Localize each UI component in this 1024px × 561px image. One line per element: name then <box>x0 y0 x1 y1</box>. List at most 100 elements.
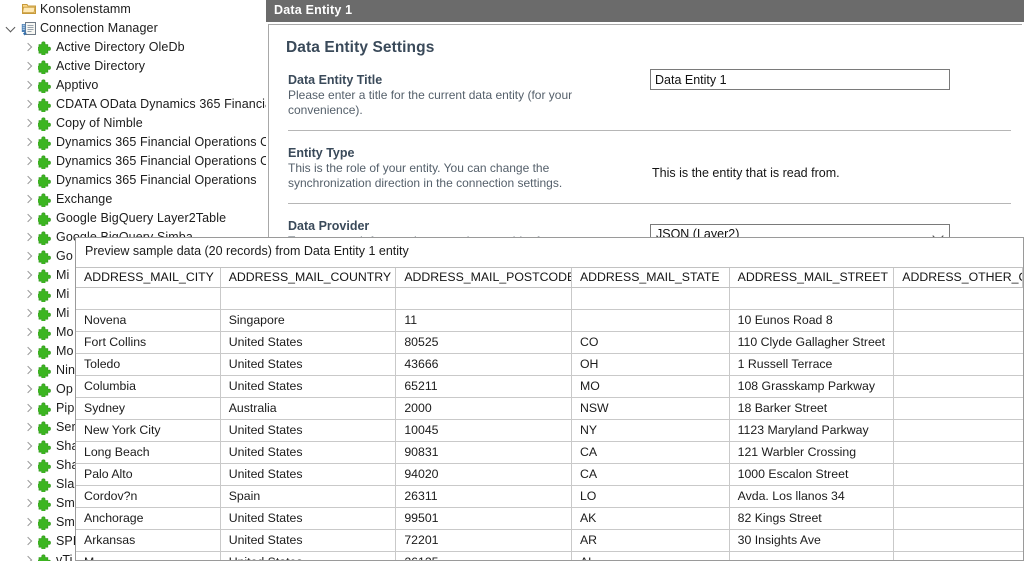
table-cell[interactable]: 26125 <box>396 552 572 560</box>
table-cell[interactable]: 94020 <box>396 464 572 485</box>
table-row[interactable]: MUnited States26125AL <box>76 552 1023 560</box>
chevron-right-icon[interactable] <box>20 323 36 342</box>
table-cell[interactable]: Arkansas <box>76 530 221 551</box>
table-cell[interactable]: 1123 Maryland Parkway <box>730 420 895 441</box>
chevron-right-icon[interactable] <box>20 475 36 494</box>
table-row[interactable]: New York City United States 10045 NY 1123 Ma… <box>76 420 1023 442</box>
table-cell[interactable]: New York City <box>76 420 221 441</box>
chevron-right-icon[interactable] <box>20 76 36 95</box>
table-cell[interactable]: United States <box>221 552 397 560</box>
sidebar-item-konsolenstamm[interactable]: Konsolenstamm <box>0 0 266 19</box>
sidebar-item-connection-manager[interactable]: Connection Manager <box>0 19 266 38</box>
table-cell[interactable] <box>572 310 730 331</box>
table-cell[interactable]: Toledo <box>76 354 221 375</box>
chevron-right-icon[interactable] <box>20 209 36 228</box>
table-cell[interactable]: United States <box>221 420 397 441</box>
table-cell[interactable]: United States <box>221 354 397 375</box>
chevron-right-icon[interactable] <box>20 228 36 247</box>
table-cell[interactable]: MO <box>572 376 730 397</box>
table-row[interactable]: Fort Collins United States 80525 CO 110 Clyd… <box>76 332 1023 354</box>
table-cell[interactable]: NY <box>572 420 730 441</box>
chevron-right-icon[interactable] <box>20 380 36 399</box>
sidebar-item-google-bigquery-layer2table[interactable]: Google BigQuery Layer2Table <box>0 209 266 228</box>
column-header[interactable]: ADDRESS_OTHER_CIT <box>894 268 1023 287</box>
chevron-right-icon[interactable] <box>20 513 36 532</box>
table-cell[interactable]: 43666 <box>396 354 572 375</box>
table-cell[interactable]: United States <box>221 376 397 397</box>
chevron-right-icon[interactable] <box>20 399 36 418</box>
chevron-right-icon[interactable] <box>20 342 36 361</box>
table-cell[interactable]: Columbia <box>76 376 221 397</box>
table-row[interactable] <box>76 288 1023 310</box>
table-cell[interactable]: 90831 <box>396 442 572 463</box>
table-cell[interactable]: AK <box>572 508 730 529</box>
chevron-down-icon[interactable] <box>4 19 20 38</box>
table-cell[interactable] <box>76 288 221 309</box>
table-cell[interactable]: Cordov?n <box>76 486 221 507</box>
sidebar-item-cdata-odata-dynamics-365-financial[interactable]: CDATA OData Dynamics 365 Financial <box>0 95 266 114</box>
chevron-right-icon[interactable] <box>20 551 36 561</box>
table-row[interactable]: Columbia United States 65211 MO 108 Grasskam… <box>76 376 1023 398</box>
table-row[interactable]: Palo Alto United States 94020 CA 1000 Escalo… <box>76 464 1023 486</box>
table-cell[interactable]: CA <box>572 442 730 463</box>
chevron-right-icon[interactable] <box>20 247 36 266</box>
chevron-right-icon[interactable] <box>20 114 36 133</box>
table-cell[interactable] <box>894 530 1023 551</box>
chevron-right-icon[interactable] <box>20 361 36 380</box>
chevron-right-icon[interactable] <box>20 38 36 57</box>
chevron-right-icon[interactable] <box>20 304 36 323</box>
table-cell[interactable]: United States <box>221 508 397 529</box>
table-cell[interactable]: AR <box>572 530 730 551</box>
table-cell[interactable] <box>730 552 895 560</box>
chevron-right-icon[interactable] <box>20 285 36 304</box>
table-row[interactable]: Toledo United States 43666 OH 1 Russell Terr… <box>76 354 1023 376</box>
column-header[interactable]: ADDRESS_MAIL_STATE <box>572 268 730 287</box>
table-cell[interactable]: LO <box>572 486 730 507</box>
table-cell[interactable] <box>894 354 1023 375</box>
table-cell[interactable]: 121 Warbler Crossing <box>730 442 895 463</box>
table-cell[interactable]: 82 Kings Street <box>730 508 895 529</box>
table-cell[interactable]: M <box>76 552 221 560</box>
sidebar-item-dynamics-365-financial-operations[interactable]: Dynamics 365 Financial Operations <box>0 171 266 190</box>
chevron-right-icon[interactable] <box>20 133 36 152</box>
table-cell[interactable]: Fort Collins <box>76 332 221 353</box>
table-cell[interactable]: 30 Insights Ave <box>730 530 895 551</box>
sidebar-item-active-directory[interactable]: Active Directory <box>0 57 266 76</box>
column-header[interactable]: ADDRESS_MAIL_COUNTRY <box>221 268 397 287</box>
sidebar-item-active-directory-oledb[interactable]: Active Directory OleDb <box>0 38 266 57</box>
table-row[interactable]: Long Beach United States 90831 CA 121 Warble… <box>76 442 1023 464</box>
table-cell[interactable] <box>894 552 1023 560</box>
table-cell[interactable]: United States <box>221 530 397 551</box>
table-cell[interactable]: Anchorage <box>76 508 221 529</box>
chevron-right-icon[interactable] <box>20 456 36 475</box>
chevron-right-icon[interactable] <box>20 418 36 437</box>
sidebar-item-apptivo[interactable]: Apptivo <box>0 76 266 95</box>
table-cell[interactable]: AL <box>572 552 730 560</box>
table-row[interactable]: Arkansas United States 72201 AR 30 Insights … <box>76 530 1023 552</box>
chevron-right-icon[interactable] <box>20 494 36 513</box>
table-row[interactable]: Cordov?n Spain 26311 LO Avda. Los llanos 34 <box>76 486 1023 508</box>
table-cell[interactable] <box>894 376 1023 397</box>
table-cell[interactable]: 11 <box>396 310 572 331</box>
sidebar-item-dynamics-365-financial-operations-oa[interactable]: Dynamics 365 Financial Operations OA <box>0 152 266 171</box>
table-cell[interactable]: United States <box>221 442 397 463</box>
table-row[interactable]: Novena Singapore 11 10 Eunos Road 8 <box>76 310 1023 332</box>
table-cell[interactable] <box>221 288 397 309</box>
table-cell[interactable]: CO <box>572 332 730 353</box>
chevron-right-icon[interactable] <box>20 190 36 209</box>
table-cell[interactable]: 10 Eunos Road 8 <box>730 310 895 331</box>
chevron-right-icon[interactable] <box>20 57 36 76</box>
tab-data-entity-1[interactable]: Data Entity 1 <box>266 0 1024 22</box>
table-cell[interactable]: 18 Barker Street <box>730 398 895 419</box>
table-cell[interactable]: Long Beach <box>76 442 221 463</box>
table-cell[interactable]: Avda. Los llanos 34 <box>730 486 895 507</box>
table-cell[interactable]: CA <box>572 464 730 485</box>
table-cell[interactable]: 2000 <box>396 398 572 419</box>
table-cell[interactable] <box>894 332 1023 353</box>
table-cell[interactable]: NSW <box>572 398 730 419</box>
table-cell[interactable] <box>572 288 730 309</box>
table-row[interactable]: Sydney Australia 2000 NSW 18 Barker Street <box>76 398 1023 420</box>
table-cell[interactable] <box>894 288 1023 309</box>
table-cell[interactable]: United States <box>221 464 397 485</box>
table-cell[interactable] <box>894 442 1023 463</box>
